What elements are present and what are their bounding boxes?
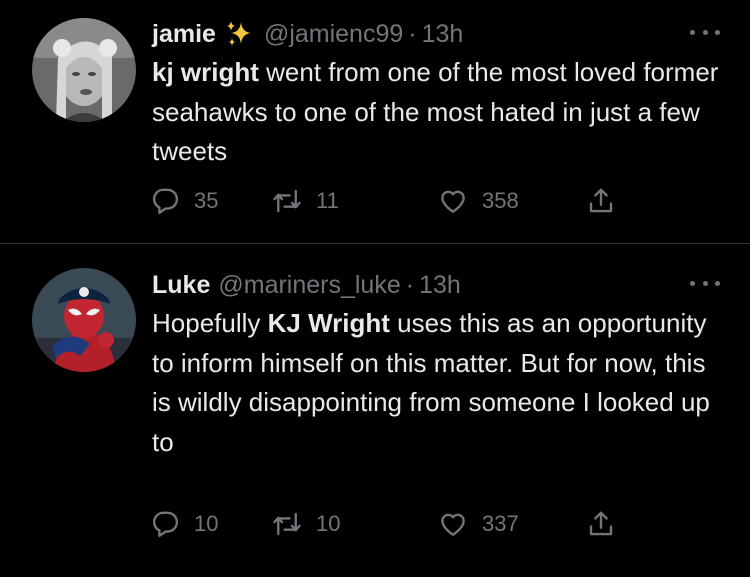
tweet-header: jamie @jamienc99 · 13h (152, 14, 720, 54)
tweet-divider (0, 243, 750, 244)
avatar-luke[interactable] (32, 268, 136, 372)
tweet-text: Hopefully KJ Wright uses this as an oppo… (152, 304, 720, 462)
tweet-jamie[interactable]: jamie @jamienc99 · 13h kj wright went fr… (0, 0, 750, 243)
reply-count: 35 (194, 188, 219, 213)
tweet-text: kj wright went from one of the most love… (152, 53, 720, 172)
retweet-button[interactable]: 10 (272, 507, 340, 541)
share-button[interactable] (586, 184, 616, 218)
tweet-header: Luke @mariners_luke · 13h (152, 265, 720, 305)
user-handle[interactable]: @mariners_luke (218, 271, 400, 300)
timestamp[interactable]: 13h (419, 271, 461, 300)
sparkles-icon (224, 19, 254, 49)
reply-icon (152, 188, 179, 215)
reply-button[interactable]: 10 (150, 507, 218, 541)
like-button[interactable]: 337 (438, 507, 519, 541)
user-handle[interactable]: @jamienc99 (264, 20, 403, 49)
avatar-jamie-image (32, 18, 136, 122)
like-button[interactable]: 358 (438, 184, 519, 218)
display-name[interactable]: Luke (152, 271, 210, 300)
heart-icon (441, 513, 465, 536)
tweet-content: Luke @mariners_luke · 13h Hopefully KJ W… (152, 265, 720, 462)
more-options-icon[interactable] (690, 26, 720, 38)
tweet-text-bold: KJ Wright (267, 308, 390, 338)
retweet-count: 11 (316, 188, 339, 213)
share-icon (589, 188, 613, 213)
retweet-button[interactable]: 11 (272, 184, 339, 218)
heart-icon (441, 190, 465, 213)
avatar-luke-image (32, 268, 136, 372)
avatar-jamie[interactable] (32, 18, 136, 122)
retweet-icon (273, 189, 301, 213)
separator-dot: · (408, 19, 417, 48)
timestamp[interactable]: 13h (422, 20, 464, 49)
more-options-icon[interactable] (690, 277, 720, 289)
tweet-text-bold: kj wright (152, 57, 259, 87)
reply-icon (152, 511, 179, 538)
separator-dot: · (405, 270, 415, 299)
share-button[interactable] (586, 507, 616, 541)
like-count: 337 (482, 511, 519, 536)
tweet-luke[interactable]: Luke @mariners_luke · 13h Hopefully KJ W… (0, 245, 750, 577)
tweet-text-pre: Hopefully (152, 308, 268, 338)
reply-count: 10 (194, 511, 219, 536)
retweet-count: 10 (316, 511, 341, 536)
retweet-icon (273, 512, 301, 536)
reply-button[interactable]: 35 (150, 184, 218, 218)
like-count: 358 (482, 188, 519, 213)
display-name[interactable]: jamie (152, 20, 216, 49)
tweet-content: jamie @jamienc99 · 13h kj wright went fr… (152, 14, 720, 172)
share-icon (589, 511, 613, 536)
